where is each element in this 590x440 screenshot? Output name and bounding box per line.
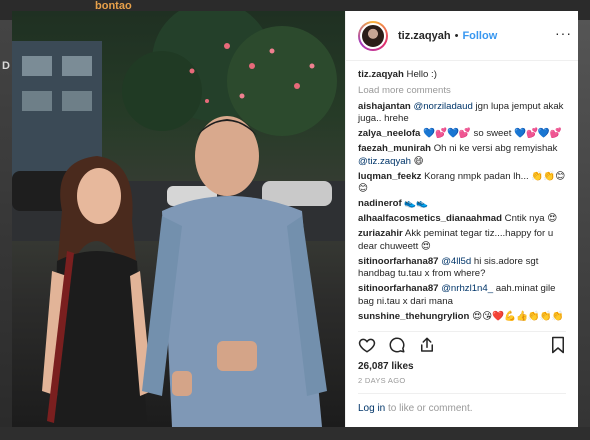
comment-username[interactable]: sunshine_thehungrylion	[358, 311, 469, 322]
comment-item: sitinoorfarhana87 @nrhzl1n4_ aah.minat g…	[358, 283, 566, 308]
avatar-image	[360, 22, 386, 49]
background-left-column	[0, 20, 12, 440]
background-right-column	[578, 20, 590, 440]
comment-username[interactable]: luqman_feekz	[358, 171, 421, 182]
comment-item: sitinoorfarhana87 @4ll5d hi sis.adore sg…	[358, 256, 566, 281]
comment-username[interactable]: zalya_neelofa	[358, 128, 420, 139]
comment-username[interactable]: sitinoorfarhana87	[358, 283, 439, 294]
comment-username[interactable]: nadinerof	[358, 198, 402, 209]
caption: tiz.zaqyah Hello :)	[358, 69, 566, 82]
comment-item: aishajantan @norziladaud jgn lupa jemput…	[358, 101, 566, 126]
post-username[interactable]: tiz.zaqyah	[398, 30, 451, 42]
comment-text: Oh ni ke versi abg remyishak	[431, 143, 558, 155]
comment-text: 😄	[410, 155, 424, 167]
comment-mention[interactable]: @4ll5d	[441, 256, 471, 267]
comment-mention[interactable]: @tiz.zaqyah	[358, 156, 411, 167]
comment-username[interactable]: sitinoorfarhana87	[358, 256, 439, 267]
post-date: 2 DAYS AGO	[358, 376, 406, 385]
person-right	[142, 116, 327, 427]
post-photo[interactable]	[12, 11, 345, 427]
comment-item: luqman_feekz Korang nmpk padan lh... 👏👏😊…	[358, 171, 566, 196]
login-prompt: Log in to like or comment.	[358, 393, 566, 427]
comment-item: nadinerof 👟👟	[358, 198, 566, 211]
comment-mention[interactable]: @norziladaud	[413, 101, 472, 112]
comment-text: 💙💕💙💕 so sweet 💙💕💙💕	[420, 128, 562, 140]
comment-text: Cntik nya 😍	[501, 213, 558, 225]
bookmark-icon[interactable]	[550, 336, 566, 359]
caption-text: Hello :)	[406, 69, 437, 80]
header-separator: •	[454, 29, 459, 42]
post-modal: tiz.zaqyah • Follow ··· tiz.zaqyah Hello…	[12, 11, 578, 427]
more-options-icon[interactable]: ···	[555, 25, 572, 41]
caption-username[interactable]: tiz.zaqyah	[358, 69, 404, 80]
login-link[interactable]: Log in	[358, 403, 385, 414]
likes-count[interactable]: 26,087 likes	[346, 359, 578, 374]
follow-button[interactable]: Follow	[462, 30, 497, 42]
comment-mention[interactable]: @nrhzl1n4_	[441, 283, 493, 294]
post-header: tiz.zaqyah • Follow ···	[346, 11, 578, 61]
comment-text: 👟👟	[401, 198, 429, 210]
comment-item: zalya_neelofa 💙💕💙💕 so sweet 💙💕💙💕	[358, 128, 566, 141]
comment-item: alhaalfacosmetics_dianaahmad Cntik nya 😍	[358, 213, 566, 226]
post-side-panel: tiz.zaqyah • Follow ··· tiz.zaqyah Hello…	[345, 11, 578, 427]
comment-username[interactable]: aishajantan	[358, 101, 411, 112]
comment-item: faezah_munirah Oh ni ke versi abg remyis…	[358, 143, 566, 168]
load-more-comments-link[interactable]: Load more comments	[358, 85, 566, 96]
comment-item: sunshine_thehungrylion 😍😘❤️💪👍👏👏👏	[358, 311, 566, 324]
comment-username[interactable]: zuriazahir	[358, 228, 403, 239]
comment-text: 😍😘❤️💪👍👏👏👏	[469, 311, 564, 323]
comment-item: zuriazahir Akk peminat tegar tiz....happ…	[358, 228, 566, 253]
heart-icon[interactable]	[358, 336, 376, 359]
photo-illustration	[12, 11, 345, 427]
background-bottom-strip	[0, 427, 590, 440]
share-icon[interactable]	[418, 336, 436, 359]
login-prompt-text: to like or comment.	[385, 403, 473, 414]
comments-list[interactable]: tiz.zaqyah Hello :) Load more comments a…	[346, 61, 578, 331]
action-bar	[358, 331, 566, 359]
comment-icon[interactable]	[388, 336, 406, 359]
comment-username[interactable]: alhaalfacosmetics_dianaahmad	[358, 213, 502, 224]
background-letter: D	[2, 60, 10, 72]
avatar[interactable]	[358, 20, 388, 51]
comment-username[interactable]: faezah_munirah	[358, 143, 431, 154]
